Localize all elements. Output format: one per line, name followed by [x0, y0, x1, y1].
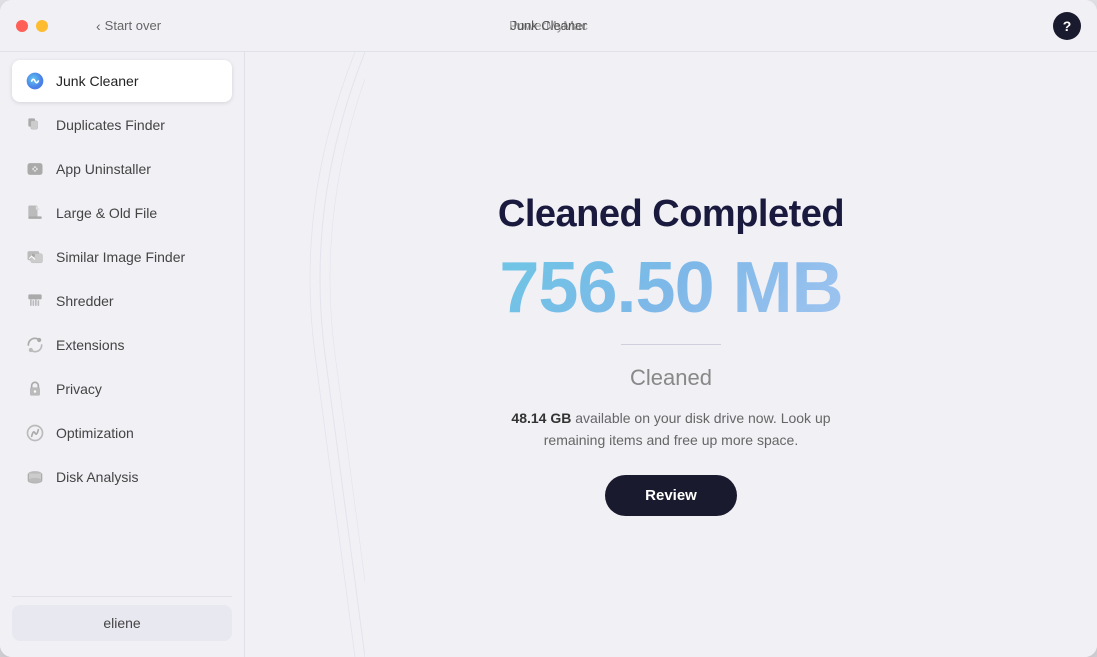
sidebar-item-optimization[interactable]: Optimization: [12, 412, 232, 454]
sidebar-item-optimization-label: Optimization: [56, 425, 134, 441]
sidebar-item-disk-analysis-label: Disk Analysis: [56, 469, 138, 485]
divider: [621, 344, 721, 345]
duplicates-finder-icon: [24, 114, 46, 136]
minimize-button[interactable]: [36, 20, 48, 32]
sidebar-item-junk-cleaner[interactable]: Junk Cleaner: [12, 60, 232, 102]
sidebar-items: Junk Cleaner Duplicates Finder: [12, 60, 232, 588]
sidebar-item-app-uninstaller-label: App Uninstaller: [56, 161, 151, 177]
sidebar-item-similar-image-label: Similar Image Finder: [56, 249, 185, 265]
sidebar-item-extensions[interactable]: Extensions: [12, 324, 232, 366]
cleaned-amount: 756.50 MB: [499, 252, 842, 324]
privacy-icon: [24, 378, 46, 400]
traffic-lights: [16, 20, 48, 32]
optimization-icon: [24, 422, 46, 444]
content-area: Cleaned Completed 756.50 MB Cleaned 48.1…: [245, 52, 1097, 657]
decorative-bg: [245, 52, 365, 657]
disk-info: 48.14 GB available on your disk drive no…: [501, 407, 841, 452]
sidebar-item-similar-image-finder[interactable]: Similar Image Finder: [12, 236, 232, 278]
help-button[interactable]: ?: [1053, 12, 1081, 40]
junk-cleaner-icon: [24, 70, 46, 92]
app-window: PowerMyMac ‹ Start over Junk Cleaner ?: [0, 0, 1097, 657]
sidebar-item-extensions-label: Extensions: [56, 337, 124, 353]
sidebar-item-junk-cleaner-label: Junk Cleaner: [56, 73, 139, 89]
sidebar-item-app-uninstaller[interactable]: App Uninstaller: [12, 148, 232, 190]
large-old-file-icon: [24, 202, 46, 224]
app-uninstaller-icon: [24, 158, 46, 180]
sidebar-item-privacy-label: Privacy: [56, 381, 102, 397]
back-button[interactable]: ‹ Start over: [96, 18, 161, 34]
title-bar: PowerMyMac ‹ Start over Junk Cleaner ?: [0, 0, 1097, 52]
disk-analysis-icon: [24, 466, 46, 488]
review-button[interactable]: Review: [605, 475, 737, 516]
help-icon: ?: [1063, 18, 1072, 34]
page-title: Junk Cleaner: [510, 18, 587, 33]
chevron-left-icon: ‹: [96, 18, 101, 34]
close-button[interactable]: [16, 20, 28, 32]
extensions-icon: [24, 334, 46, 356]
back-label: Start over: [105, 18, 161, 33]
sidebar-item-privacy[interactable]: Privacy: [12, 368, 232, 410]
disk-available: 48.14 GB: [511, 410, 571, 426]
sidebar-item-duplicates-finder[interactable]: Duplicates Finder: [12, 104, 232, 146]
username-label: eliene: [103, 615, 140, 631]
sidebar-item-large-old-file[interactable]: Large & Old File: [12, 192, 232, 234]
sidebar-footer: eliene: [12, 596, 232, 649]
cleaned-title: Cleaned Completed: [498, 193, 844, 236]
sidebar-item-shredder[interactable]: Shredder: [12, 280, 232, 322]
sidebar-item-duplicates-label: Duplicates Finder: [56, 117, 165, 133]
shredder-icon: [24, 290, 46, 312]
main-layout: Junk Cleaner Duplicates Finder: [0, 52, 1097, 657]
sidebar-item-disk-analysis[interactable]: Disk Analysis: [12, 456, 232, 498]
sidebar-item-shredder-label: Shredder: [56, 293, 114, 309]
user-account[interactable]: eliene: [12, 605, 232, 641]
sidebar-item-large-old-file-label: Large & Old File: [56, 205, 157, 221]
cleaned-label: Cleaned: [630, 365, 712, 391]
similar-image-finder-icon: [24, 246, 46, 268]
sidebar: Junk Cleaner Duplicates Finder: [0, 52, 245, 657]
disk-info-text: available on your disk drive now. Look u…: [544, 410, 831, 448]
result-container: Cleaned Completed 756.50 MB Cleaned 48.1…: [498, 193, 844, 517]
